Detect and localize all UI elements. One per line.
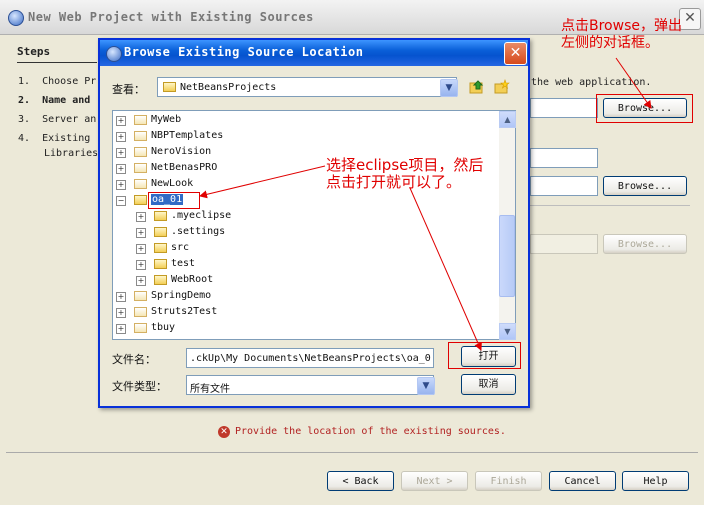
filename-value: .ckUp\My Documents\NetBeansProjects\oa_0… [190,353,432,364]
tree-row-label: NBPTemplates [151,130,224,141]
steps-divider [17,62,97,63]
filetype-combo[interactable]: 所有文件 ▼ [186,375,435,395]
expand-icon[interactable]: + [116,116,126,126]
expand-icon[interactable]: + [116,292,126,302]
project-name-field[interactable] [530,148,598,168]
next-button: Next > [401,471,468,491]
tree-row-label: WebRoot [171,274,214,285]
expand-icon[interactable]: + [116,132,126,142]
cancel-button[interactable]: Cancel [549,471,616,491]
tree-row-label: Struts2Test [151,306,218,317]
step-1: 1. Choose Pr [18,76,97,87]
folder-icon [134,131,147,141]
expand-icon[interactable]: + [136,244,146,254]
wizard-title: New Web Project with Existing Sources [28,10,314,24]
open-highlight-box [448,342,521,369]
help-button[interactable]: Help [622,471,689,491]
tree-row-label: NewLook [151,178,194,189]
expand-icon[interactable]: + [116,308,126,318]
folder-icon [154,227,167,237]
error-message: Provide the location of the existing sou… [235,426,506,437]
dialog-cancel-button[interactable]: 取消 [461,374,516,395]
up-one-level-icon[interactable] [469,79,485,95]
folder-icon [134,195,147,205]
filename-input[interactable]: .ckUp\My Documents\NetBeansProjects\oa_0… [186,348,434,368]
tree-row-label: NeroVision [151,146,212,157]
expand-icon[interactable]: + [116,180,126,190]
expand-icon[interactable]: + [136,260,146,270]
annotation-middle: 选择eclipse项目，然后点击打开就可以了。 [326,156,484,191]
footer-divider [6,452,698,453]
browse-project-folder-button[interactable]: Browse... [603,176,687,196]
folder-icon [134,163,147,173]
back-button[interactable]: < Back [327,471,394,491]
step-3: 3. Server an [18,114,97,125]
hint-text: the web application. [531,77,652,88]
chevron-down-icon[interactable]: ▼ [440,79,458,97]
look-in-combo[interactable]: NetBeansProjects ▼ [157,77,458,97]
step-4: 4. Existing [18,133,91,144]
section-divider [530,205,690,206]
folder-icon [154,259,167,269]
tree-row-label: tbuy [151,322,176,333]
folder-icon [154,243,167,253]
browse-highlight-box [596,94,693,123]
new-folder-icon[interactable] [494,79,510,95]
project-folder-field[interactable] [530,176,598,196]
expand-icon[interactable]: + [136,212,146,222]
folder-icon [134,323,147,333]
tree-row-label: .settings [171,226,226,237]
step-4-line2: Libraries [44,148,99,159]
folder-icon [134,147,147,157]
web-pages-field [530,234,598,254]
tree-row-label: .myeclipse [171,210,232,221]
look-in-label: 查看： [112,83,145,96]
scroll-up-icon[interactable]: ▲ [499,111,516,128]
folder-icon [154,275,167,285]
tree-row-label: MyWeb [151,114,182,125]
error-icon: ✕ [218,426,230,438]
tree-row-label: test [171,258,196,269]
expand-icon[interactable]: + [136,228,146,238]
folder-icon [134,115,147,125]
tree-row-label: NetBenasPRO [151,162,218,173]
filetype-value: 所有文件 [190,384,230,395]
browse-dialog-title: Browse Existing Source Location [124,45,364,59]
folder-icon [134,179,147,189]
expand-icon[interactable]: + [116,164,126,174]
browse-disabled-button: Browse... [603,234,687,254]
folder-icon [134,307,147,317]
scroll-down-icon[interactable]: ▼ [499,323,516,340]
look-in-value: NetBeansProjects [180,82,277,93]
sources-folder-field[interactable] [530,98,598,118]
folder-icon [163,82,176,92]
step-2: 2. Name and [18,95,91,106]
app-icon [8,10,24,26]
dialog-close-button[interactable]: ✕ [504,42,527,65]
tree-row-label: src [171,242,190,253]
oa01-highlight-box [148,192,200,209]
chevron-down-icon[interactable]: ▼ [417,377,435,395]
expand-icon[interactable]: + [136,276,146,286]
annotation-top-right: 点击Browse，弹出左侧的对话框。 [561,18,682,51]
scroll-thumb[interactable] [499,215,515,297]
expand-icon[interactable]: + [116,324,126,334]
finish-button: Finish [475,471,542,491]
dialog-icon [106,46,122,62]
folder-icon [134,291,147,301]
expand-icon[interactable]: + [116,148,126,158]
collapse-icon[interactable]: − [116,196,126,206]
filename-label: 文件名： [112,353,156,366]
tree-row-label: SpringDemo [151,290,212,301]
steps-title: Steps [17,45,51,58]
tree-scrollbar[interactable]: ▲ ▼ [499,111,516,340]
folder-icon [154,211,167,221]
filetype-label: 文件类型： [112,380,167,393]
